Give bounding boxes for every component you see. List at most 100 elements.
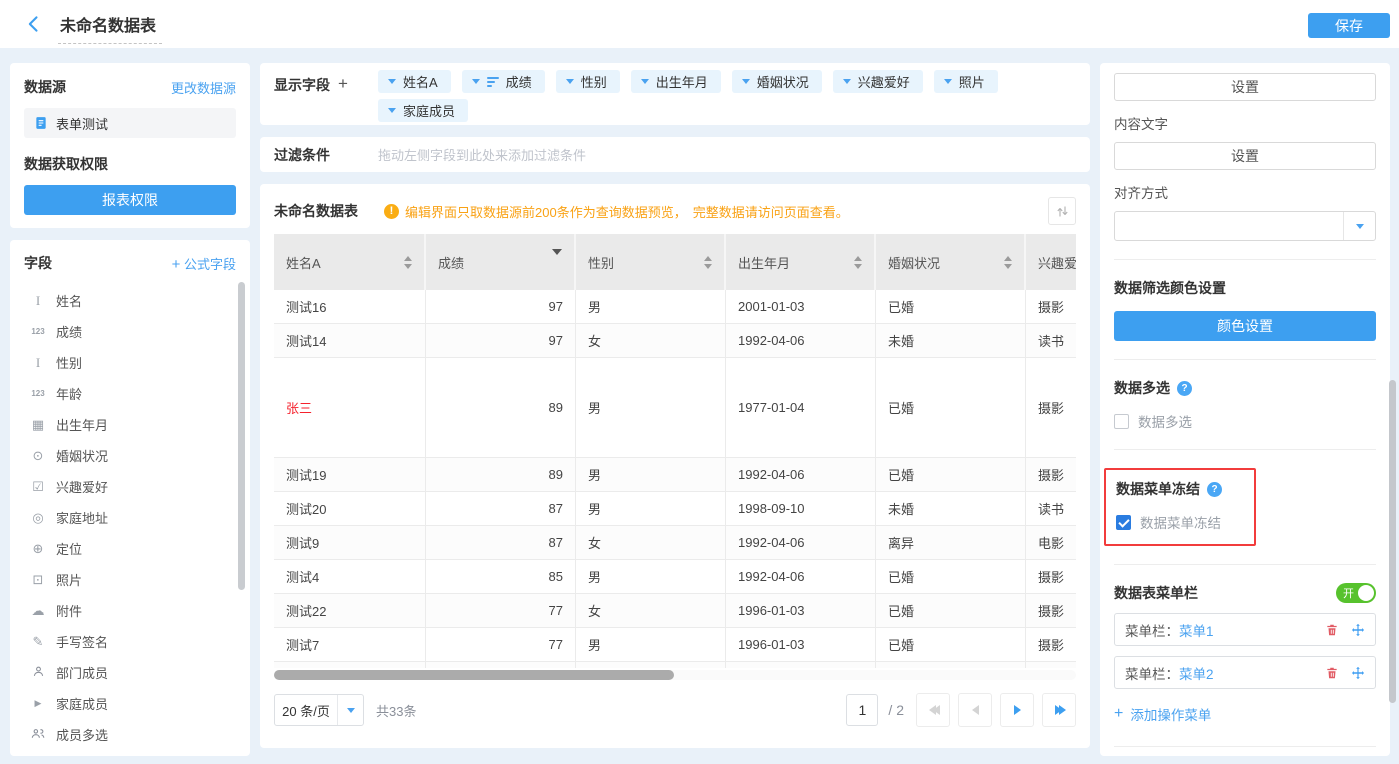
- field-item[interactable]: ☁附件: [24, 595, 236, 626]
- column-header-label: 姓名A: [286, 253, 321, 272]
- display-field-tag[interactable]: 婚姻状况: [732, 70, 822, 93]
- table-cell: 97: [426, 290, 576, 323]
- menu-link[interactable]: 菜单2: [1179, 663, 1214, 683]
- display-field-tag[interactable]: 姓名A: [378, 70, 451, 93]
- display-field-tag[interactable]: 成绩: [462, 70, 545, 93]
- column-header[interactable]: 出生年月: [726, 234, 876, 290]
- table-row[interactable]: 测试1989男1992-04-06已婚摄影: [274, 458, 1076, 492]
- display-field-tag[interactable]: 出生年月: [631, 70, 721, 93]
- table-h-scrollbar[interactable]: [274, 670, 674, 680]
- field-item[interactable]: ▦出生年月: [24, 409, 236, 440]
- table-row[interactable]: 测试777男1996-01-03已婚摄影: [274, 628, 1076, 662]
- table-cell: 张三: [274, 358, 426, 457]
- field-item-label: 家庭成员: [56, 694, 108, 713]
- field-item-label: 性别: [56, 353, 82, 372]
- radio-field-icon: ⊙: [29, 449, 47, 462]
- change-datasource-link[interactable]: 更改数据源: [171, 78, 236, 97]
- field-item[interactable]: I性别: [24, 347, 236, 378]
- table-row[interactable]: 测试1497女1992-04-06未婚读书: [274, 324, 1076, 358]
- checkbox-unchecked-icon[interactable]: [1114, 414, 1129, 429]
- table-row[interactable]: 测试2277女1996-01-03已婚摄影: [274, 594, 1076, 628]
- display-field-tag[interactable]: 兴趣爱好: [833, 70, 923, 93]
- back-icon[interactable]: [24, 14, 44, 34]
- menu-link[interactable]: 菜单1: [1179, 620, 1214, 640]
- permission-title: 数据获取权限: [24, 154, 236, 174]
- content-text-setting-button[interactable]: 设置: [1114, 142, 1376, 170]
- table-row[interactable]: 测试1775女1996-01-03未婚读书: [274, 662, 1076, 668]
- fields-scrollbar[interactable]: [238, 282, 245, 590]
- field-item[interactable]: ⊡照片: [24, 564, 236, 595]
- column-header[interactable]: 成绩: [426, 234, 576, 290]
- freeze-option[interactable]: 数据菜单冻结: [1116, 512, 1244, 532]
- field-item[interactable]: ⊙婚姻状况: [24, 440, 236, 471]
- column-header[interactable]: 性别: [576, 234, 726, 290]
- page-title[interactable]: 未命名数据表: [58, 12, 162, 44]
- display-field-tag[interactable]: 家庭成员: [378, 99, 468, 122]
- field-item[interactable]: 成员多选: [24, 719, 236, 750]
- page-size-select[interactable]: 20 条/页: [274, 694, 364, 726]
- sort-both-icon[interactable]: [704, 256, 712, 269]
- table-cell: 89: [426, 358, 576, 457]
- sort-both-icon[interactable]: [854, 256, 862, 269]
- move-icon[interactable]: [1351, 623, 1365, 637]
- table-cell: 1977-01-04: [726, 358, 876, 457]
- sort-lines-icon: [487, 77, 499, 87]
- add-display-field-button[interactable]: +: [338, 75, 348, 93]
- page-number-input[interactable]: 1: [846, 694, 878, 726]
- field-item[interactable]: ✎手写签名: [24, 626, 236, 657]
- display-fields-panel: 显示字段 + 姓名A成绩性别出生年月婚姻状况兴趣爱好照片家庭成员: [260, 63, 1090, 125]
- help-icon[interactable]: ?: [1207, 482, 1222, 497]
- datasource-item[interactable]: 表单测试: [24, 108, 236, 138]
- field-item[interactable]: 123成绩: [24, 316, 236, 347]
- align-select[interactable]: [1114, 211, 1376, 241]
- header-text-setting-button[interactable]: 设置: [1114, 73, 1376, 101]
- page-scrollbar[interactable]: [1389, 380, 1396, 703]
- table-row[interactable]: 测试1697男2001-01-03已婚摄影: [274, 290, 1076, 324]
- sort-both-icon[interactable]: [1004, 256, 1012, 269]
- field-item-label: 姓名: [56, 291, 82, 310]
- sort-order-button[interactable]: [1048, 197, 1076, 225]
- field-item[interactable]: I姓名: [24, 285, 236, 316]
- checkbox-checked-icon[interactable]: [1116, 515, 1131, 530]
- table-row[interactable]: 测试485男1992-04-06已婚摄影: [274, 560, 1076, 594]
- prev-page-button[interactable]: [958, 693, 992, 727]
- field-item[interactable]: 123年龄: [24, 378, 236, 409]
- column-header[interactable]: 兴趣爱好: [1026, 234, 1076, 290]
- view-page-link[interactable]: 完整数据请访问页面查看。: [693, 202, 849, 221]
- column-header[interactable]: 婚姻状况: [876, 234, 1026, 290]
- move-icon[interactable]: [1351, 666, 1365, 680]
- filter-dropzone[interactable]: 拖动左侧字段到此处来添加过滤条件: [378, 145, 586, 164]
- field-item[interactable]: ▶家庭成员: [24, 688, 236, 719]
- first-page-button[interactable]: [916, 693, 950, 727]
- table-cell: 测试17: [274, 662, 426, 668]
- add-formula-field-link[interactable]: + 公式字段: [172, 254, 236, 273]
- menu-bar-prefix: 菜单栏：: [1125, 663, 1179, 683]
- table-row[interactable]: 测试987女1992-04-06离异电影: [274, 526, 1076, 560]
- display-field-tag[interactable]: 性别: [556, 70, 620, 93]
- column-header[interactable]: 姓名A: [274, 234, 426, 290]
- trash-icon[interactable]: [1325, 666, 1339, 680]
- field-item[interactable]: ☑兴趣爱好: [24, 471, 236, 502]
- field-item[interactable]: 部门成员: [24, 657, 236, 688]
- display-field-tag[interactable]: 照片: [934, 70, 998, 93]
- checkbox-field-icon: ☑: [29, 480, 47, 493]
- sort-both-icon[interactable]: [404, 256, 412, 269]
- help-icon[interactable]: ?: [1177, 381, 1192, 396]
- table-row[interactable]: 张三89男1977-01-04已婚摄影: [274, 358, 1076, 458]
- number-field-icon: 123: [29, 328, 47, 336]
- table-row[interactable]: 测试2087男1998-09-10未婚读书: [274, 492, 1076, 526]
- field-item[interactable]: ◎家庭地址: [24, 502, 236, 533]
- table-cell: 摄影: [1026, 628, 1076, 661]
- last-page-button[interactable]: [1042, 693, 1076, 727]
- trash-icon[interactable]: [1325, 623, 1339, 637]
- plus-icon: +: [172, 256, 181, 273]
- field-item[interactable]: ⊕定位: [24, 533, 236, 564]
- multi-select-option[interactable]: 数据多选: [1114, 411, 1376, 431]
- next-page-button[interactable]: [1000, 693, 1034, 727]
- table-menu-toggle[interactable]: 开: [1336, 583, 1376, 603]
- report-permission-button[interactable]: 报表权限: [24, 185, 236, 215]
- save-button[interactable]: 保存: [1308, 13, 1390, 38]
- color-setting-button[interactable]: 颜色设置: [1114, 311, 1376, 341]
- sort-desc-icon[interactable]: [552, 255, 562, 270]
- add-action-menu-link[interactable]: + 添加操作菜单: [1114, 704, 1376, 724]
